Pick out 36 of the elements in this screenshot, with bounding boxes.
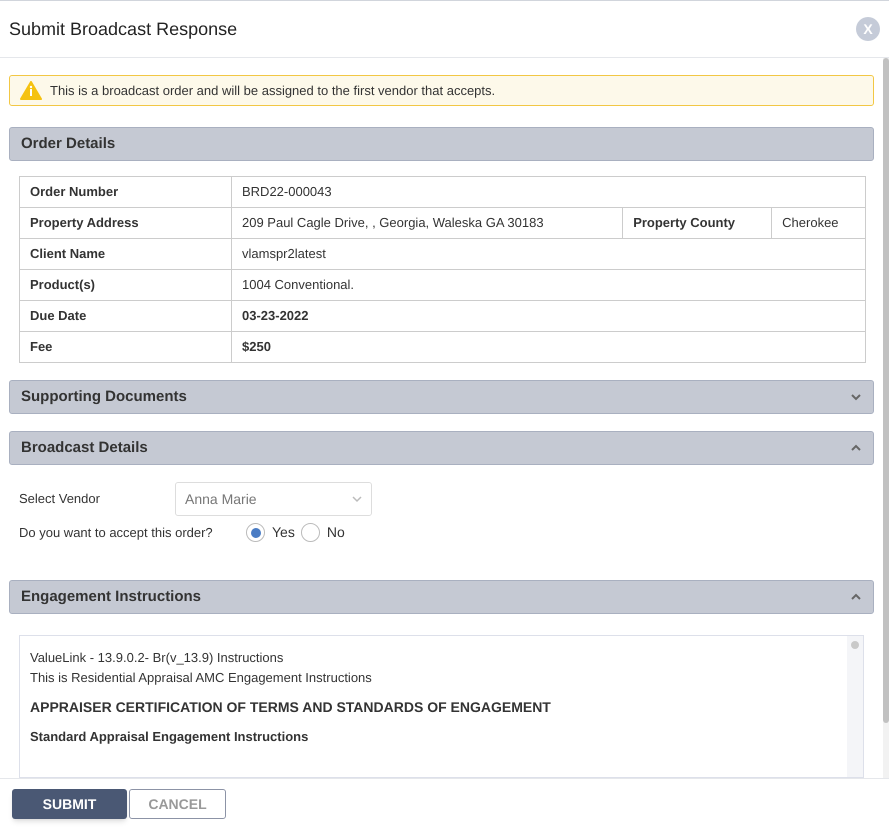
table-cell: $250 [232, 332, 866, 362]
instruction-text: Standard Appraisal Engagement Instructions [30, 728, 310, 746]
field-label: Select Vendor [19, 490, 101, 508]
table-cell: Property Address [20, 208, 232, 238]
alert-text: This is a broadcast order and will be assigned to the first vendor that accepts. [50, 82, 496, 100]
vendor-select[interactable]: Anna Marie [175, 482, 372, 516]
table-cell: Property County [622, 208, 772, 238]
table-cell: Due Date [20, 300, 232, 332]
instruction-text: This is Residential Appraisal AMC Engagement Instructions [30, 669, 373, 687]
radio-option[interactable]: No [300, 522, 345, 543]
section-header[interactable]: Broadcast Details [9, 431, 874, 465]
instructions-scrollbar[interactable] [847, 636, 863, 777]
table-cell: 1004 Conventional. [232, 270, 866, 300]
section-header[interactable]: Order Details [9, 127, 874, 161]
window-title: Submit Broadcast Response [9, 18, 238, 41]
instruction-text: ValueLink - 13.9.0.2- Br(v_13.9) Instructions [30, 649, 284, 667]
table-cell: Cherokee [772, 208, 866, 238]
table-cell: BRD22-000043 [232, 176, 866, 208]
chevron-icon [850, 443, 862, 453]
radio-option[interactable]: Yes [246, 522, 295, 543]
chevron-icon [352, 496, 362, 502]
submit-button[interactable]: SUBMIT [12, 789, 127, 819]
table-cell: Order Number [20, 176, 232, 208]
table-cell: vlamspr2latest [232, 238, 866, 270]
chevron-icon [850, 392, 862, 402]
chevron-icon [850, 592, 862, 602]
section-header[interactable]: Supporting Documents [9, 380, 874, 414]
table-cell: 209 Paul Cagle Drive, , Georgia, Waleska GA 30183 [232, 208, 623, 238]
warning-icon [20, 81, 42, 100]
section-header[interactable]: Engagement Instructions [9, 580, 874, 614]
table-cell: Client Name [20, 238, 232, 270]
instruction-text: APPRAISER CERTIFICATION OF TERMS AND STANDARDS OF ENGAGEMENT [30, 698, 552, 717]
table-cell: Fee [20, 332, 232, 362]
table-cell: 03-23-2022 [232, 300, 866, 332]
field-label: Do you want to accept this order? [19, 524, 214, 542]
table-cell: Product(s) [20, 270, 232, 300]
